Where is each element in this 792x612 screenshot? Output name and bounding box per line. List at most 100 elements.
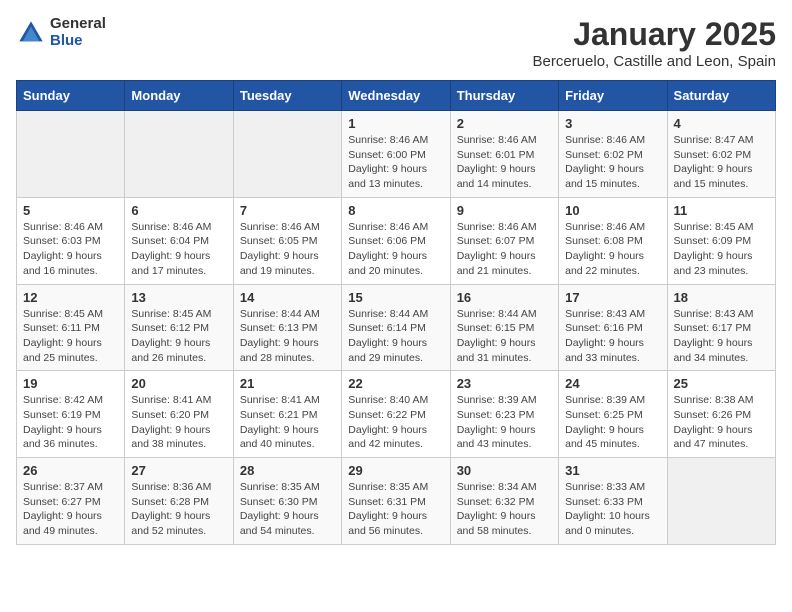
calendar-cell: 27 Sunrise: 8:36 AM Sunset: 6:28 PM Dayli… [125, 458, 233, 545]
logo-general: General [50, 16, 106, 33]
day-number: 28 [240, 463, 335, 478]
day-number: 14 [240, 290, 335, 305]
day-detail: Sunrise: 8:46 AM Sunset: 6:02 PM Dayligh… [565, 133, 660, 192]
day-number: 7 [240, 203, 335, 218]
day-number: 30 [457, 463, 552, 478]
day-number: 25 [674, 376, 769, 391]
day-number: 4 [674, 116, 769, 131]
weekday-header: Sunday [17, 81, 125, 111]
day-number: 31 [565, 463, 660, 478]
day-detail: Sunrise: 8:42 AM Sunset: 6:19 PM Dayligh… [23, 393, 118, 452]
day-number: 23 [457, 376, 552, 391]
calendar-cell: 23 Sunrise: 8:39 AM Sunset: 6:23 PM Dayli… [450, 371, 558, 458]
calendar-cell: 6 Sunrise: 8:46 AM Sunset: 6:04 PM Daylig… [125, 197, 233, 284]
calendar-cell: 25 Sunrise: 8:38 AM Sunset: 6:26 PM Dayli… [667, 371, 775, 458]
day-detail: Sunrise: 8:46 AM Sunset: 6:08 PM Dayligh… [565, 220, 660, 279]
day-number: 1 [348, 116, 443, 131]
day-detail: Sunrise: 8:43 AM Sunset: 6:16 PM Dayligh… [565, 307, 660, 366]
calendar-table: SundayMondayTuesdayWednesdayThursdayFrid… [16, 80, 776, 545]
day-number: 17 [565, 290, 660, 305]
day-detail: Sunrise: 8:44 AM Sunset: 6:13 PM Dayligh… [240, 307, 335, 366]
calendar-cell: 20 Sunrise: 8:41 AM Sunset: 6:20 PM Dayli… [125, 371, 233, 458]
calendar-week-row: 26 Sunrise: 8:37 AM Sunset: 6:27 PM Dayli… [17, 458, 776, 545]
day-detail: Sunrise: 8:46 AM Sunset: 6:04 PM Dayligh… [131, 220, 226, 279]
logo: General Blue [16, 16, 106, 49]
day-number: 13 [131, 290, 226, 305]
day-number: 21 [240, 376, 335, 391]
day-detail: Sunrise: 8:39 AM Sunset: 6:23 PM Dayligh… [457, 393, 552, 452]
calendar-week-row: 19 Sunrise: 8:42 AM Sunset: 6:19 PM Dayli… [17, 371, 776, 458]
day-detail: Sunrise: 8:46 AM Sunset: 6:01 PM Dayligh… [457, 133, 552, 192]
calendar-cell: 2 Sunrise: 8:46 AM Sunset: 6:01 PM Daylig… [450, 111, 558, 198]
day-number: 24 [565, 376, 660, 391]
day-detail: Sunrise: 8:36 AM Sunset: 6:28 PM Dayligh… [131, 480, 226, 539]
calendar-cell: 11Sunrise: 8:45 AM Sunset: 6:09 PM Dayli… [667, 197, 775, 284]
calendar-cell: 5 Sunrise: 8:46 AM Sunset: 6:03 PM Daylig… [17, 197, 125, 284]
calendar-cell: 15Sunrise: 8:44 AM Sunset: 6:14 PM Dayli… [342, 284, 450, 371]
day-number: 3 [565, 116, 660, 131]
day-number: 12 [23, 290, 118, 305]
weekday-header: Monday [125, 81, 233, 111]
calendar-cell [17, 111, 125, 198]
calendar-cell: 8Sunrise: 8:46 AM Sunset: 6:06 PM Daylig… [342, 197, 450, 284]
logo-blue: Blue [50, 33, 106, 50]
calendar-week-row: 12Sunrise: 8:45 AM Sunset: 6:11 PM Dayli… [17, 284, 776, 371]
calendar-cell: 17 Sunrise: 8:43 AM Sunset: 6:16 PM Dayli… [559, 284, 667, 371]
day-detail: Sunrise: 8:46 AM Sunset: 6:00 PM Dayligh… [348, 133, 443, 192]
calendar-cell: 13 Sunrise: 8:45 AM Sunset: 6:12 PM Dayli… [125, 284, 233, 371]
day-number: 29 [348, 463, 443, 478]
day-detail: Sunrise: 8:37 AM Sunset: 6:27 PM Dayligh… [23, 480, 118, 539]
day-detail: Sunrise: 8:47 AM Sunset: 6:02 PM Dayligh… [674, 133, 769, 192]
day-number: 27 [131, 463, 226, 478]
calendar-cell: 7 Sunrise: 8:46 AM Sunset: 6:05 PM Daylig… [233, 197, 341, 284]
day-detail: Sunrise: 8:35 AM Sunset: 6:30 PM Dayligh… [240, 480, 335, 539]
calendar-cell: 22Sunrise: 8:40 AM Sunset: 6:22 PM Dayli… [342, 371, 450, 458]
day-detail: Sunrise: 8:46 AM Sunset: 6:05 PM Dayligh… [240, 220, 335, 279]
calendar-title: January 2025 [533, 16, 777, 53]
weekday-header: Wednesday [342, 81, 450, 111]
day-detail: Sunrise: 8:45 AM Sunset: 6:12 PM Dayligh… [131, 307, 226, 366]
day-number: 5 [23, 203, 118, 218]
day-number: 6 [131, 203, 226, 218]
day-number: 22 [348, 376, 443, 391]
calendar-cell: 19 Sunrise: 8:42 AM Sunset: 6:19 PM Dayli… [17, 371, 125, 458]
day-number: 26 [23, 463, 118, 478]
day-detail: Sunrise: 8:33 AM Sunset: 6:33 PM Dayligh… [565, 480, 660, 539]
day-detail: Sunrise: 8:44 AM Sunset: 6:15 PM Dayligh… [457, 307, 552, 366]
calendar-cell: 4 Sunrise: 8:47 AM Sunset: 6:02 PM Daylig… [667, 111, 775, 198]
calendar-cell: 1 Sunrise: 8:46 AM Sunset: 6:00 PM Daylig… [342, 111, 450, 198]
day-number: 18 [674, 290, 769, 305]
calendar-cell [233, 111, 341, 198]
calendar-cell: 24Sunrise: 8:39 AM Sunset: 6:25 PM Dayli… [559, 371, 667, 458]
title-area: January 2025 Berceruelo, Castille and Le… [533, 16, 777, 70]
day-number: 9 [457, 203, 552, 218]
weekday-header: Friday [559, 81, 667, 111]
day-detail: Sunrise: 8:35 AM Sunset: 6:31 PM Dayligh… [348, 480, 443, 539]
day-detail: Sunrise: 8:45 AM Sunset: 6:09 PM Dayligh… [674, 220, 769, 279]
day-detail: Sunrise: 8:46 AM Sunset: 6:06 PM Dayligh… [348, 220, 443, 279]
calendar-cell: 31 Sunrise: 8:33 AM Sunset: 6:33 PM Dayli… [559, 458, 667, 545]
calendar-week-row: 1 Sunrise: 8:46 AM Sunset: 6:00 PM Daylig… [17, 111, 776, 198]
day-detail: Sunrise: 8:41 AM Sunset: 6:21 PM Dayligh… [240, 393, 335, 452]
day-detail: Sunrise: 8:46 AM Sunset: 6:03 PM Dayligh… [23, 220, 118, 279]
calendar-week-row: 5 Sunrise: 8:46 AM Sunset: 6:03 PM Daylig… [17, 197, 776, 284]
header: General Blue January 2025 Berceruelo, Ca… [16, 16, 776, 70]
calendar-cell: 28 Sunrise: 8:35 AM Sunset: 6:30 PM Dayli… [233, 458, 341, 545]
day-number: 2 [457, 116, 552, 131]
day-number: 19 [23, 376, 118, 391]
weekday-header: Thursday [450, 81, 558, 111]
day-detail: Sunrise: 8:38 AM Sunset: 6:26 PM Dayligh… [674, 393, 769, 452]
weekday-header: Tuesday [233, 81, 341, 111]
day-detail: Sunrise: 8:46 AM Sunset: 6:07 PM Dayligh… [457, 220, 552, 279]
weekday-header: Saturday [667, 81, 775, 111]
calendar-cell: 18 Sunrise: 8:43 AM Sunset: 6:17 PM Dayli… [667, 284, 775, 371]
calendar-cell [125, 111, 233, 198]
calendar-cell [667, 458, 775, 545]
day-number: 20 [131, 376, 226, 391]
day-detail: Sunrise: 8:43 AM Sunset: 6:17 PM Dayligh… [674, 307, 769, 366]
day-detail: Sunrise: 8:44 AM Sunset: 6:14 PM Dayligh… [348, 307, 443, 366]
calendar-cell: 29 Sunrise: 8:35 AM Sunset: 6:31 PM Dayli… [342, 458, 450, 545]
day-number: 16 [457, 290, 552, 305]
day-detail: Sunrise: 8:41 AM Sunset: 6:20 PM Dayligh… [131, 393, 226, 452]
calendar-cell: 14 Sunrise: 8:44 AM Sunset: 6:13 PM Dayli… [233, 284, 341, 371]
